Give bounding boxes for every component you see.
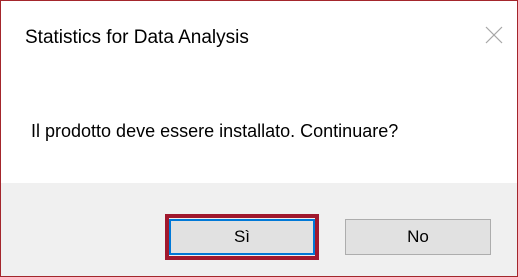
dialog-message: Il prodotto deve essere installato. Cont…	[31, 121, 399, 141]
yes-button[interactable]: Sì	[169, 219, 315, 255]
dialog-title: Statistics for Data Analysis	[25, 27, 249, 48]
dialog-window: Statistics for Data Analysis Il prodotto…	[0, 0, 518, 277]
title-bar: Statistics for Data Analysis	[1, 1, 517, 81]
no-button[interactable]: No	[345, 219, 491, 255]
close-icon	[485, 26, 503, 44]
close-button[interactable]	[476, 17, 512, 53]
button-bar: Sì No	[1, 183, 517, 276]
dialog-content: Il prodotto deve essere installato. Cont…	[1, 81, 517, 183]
